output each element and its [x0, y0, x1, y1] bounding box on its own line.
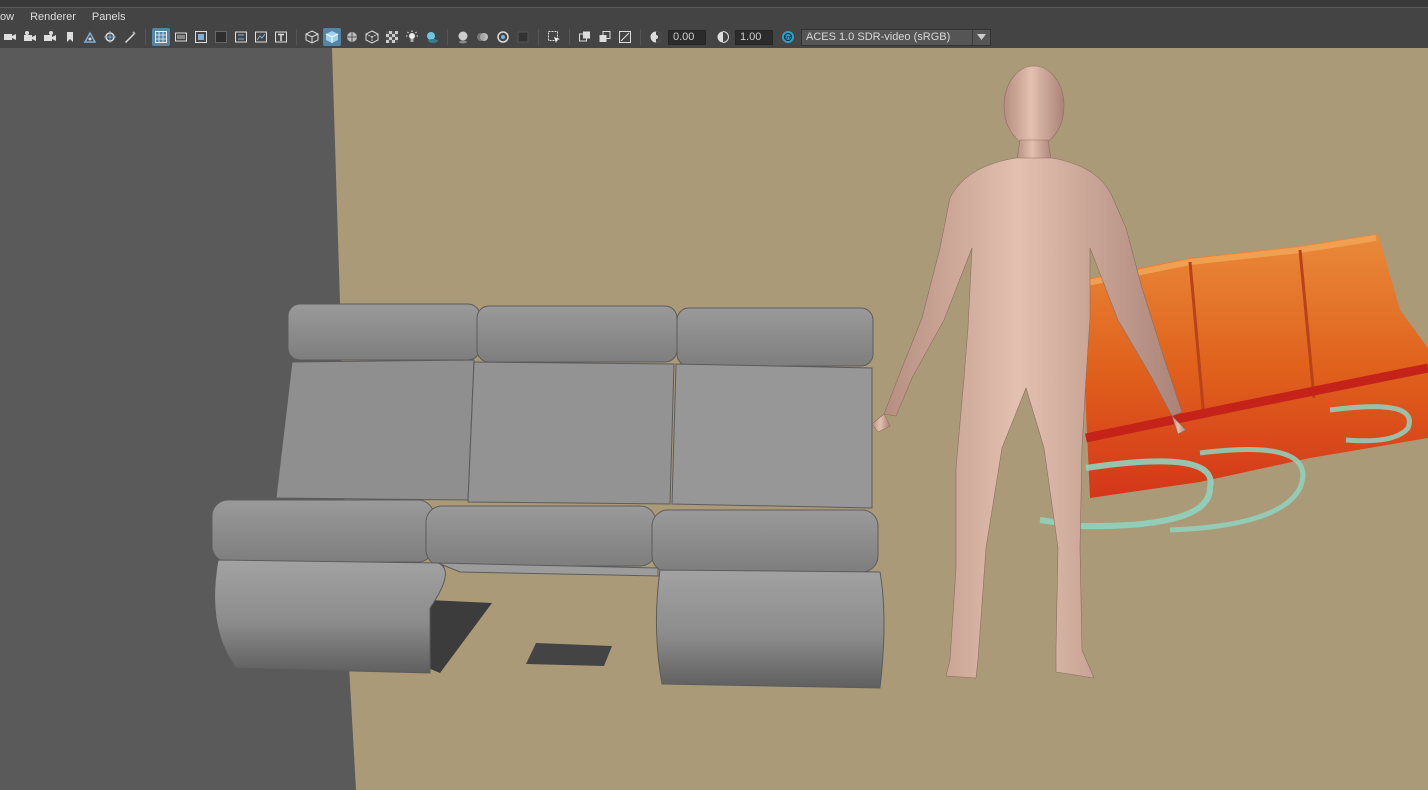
anti-alias-icon[interactable] — [494, 28, 512, 46]
toolbar-separator — [538, 29, 539, 45]
safe-action-icon[interactable] — [252, 28, 270, 46]
xray-icon[interactable] — [363, 28, 381, 46]
smooth-shade-icon[interactable] — [323, 28, 341, 46]
xray-active-icon[interactable] — [576, 28, 594, 46]
perspective-viewport[interactable] — [0, 48, 1428, 790]
shadows-icon[interactable] — [423, 28, 441, 46]
camera-tools-icon[interactable] — [41, 28, 59, 46]
svg-text:cm: cm — [784, 35, 792, 41]
textured-sofa — [1039, 234, 1428, 533]
toolbar-separator — [640, 29, 641, 45]
color-management-icon[interactable]: cm — [779, 28, 797, 46]
image-plane-icon[interactable] — [81, 28, 99, 46]
toolbar-separator — [569, 29, 570, 45]
grid-icon[interactable] — [152, 28, 170, 46]
wireframe-icon[interactable] — [303, 28, 321, 46]
colorspace-value: ACES 1.0 SDR-video (sRGB) — [806, 31, 951, 43]
gray-sofa — [211, 303, 885, 689]
use-all-lights-icon[interactable] — [403, 28, 421, 46]
toolbar-separator — [296, 29, 297, 45]
depth-of-field-icon[interactable] — [514, 28, 532, 46]
chevron-down-icon[interactable] — [972, 29, 990, 45]
isolate-select-icon[interactable] — [545, 28, 563, 46]
maya-viewport-window: ow Renderer Panels 0.00 1.00 cm ACES 1.0… — [0, 0, 1428, 790]
resolution-gate-icon[interactable] — [192, 28, 210, 46]
viewport-scene — [0, 48, 1428, 790]
default-material-icon[interactable] — [383, 28, 401, 46]
gate-mask-icon[interactable] — [212, 28, 230, 46]
pan-zoom-icon[interactable] — [101, 28, 119, 46]
exposure-input[interactable]: 0.00 — [668, 29, 706, 45]
colorspace-dropdown[interactable]: ACES 1.0 SDR-video (sRGB) — [801, 28, 991, 46]
menu-panels[interactable]: Panels — [84, 8, 134, 26]
gamma-input[interactable]: 1.00 — [735, 29, 773, 45]
safe-title-icon[interactable] — [272, 28, 290, 46]
screen-space-ao-icon[interactable] — [454, 28, 472, 46]
toolbar-separator — [447, 29, 448, 45]
exposure-icon[interactable] — [647, 28, 665, 46]
gamma-icon[interactable] — [714, 28, 732, 46]
panel-menu-bar: ow Renderer Panels — [0, 8, 1428, 26]
window-title-strip — [0, 0, 1428, 8]
menu-renderer[interactable]: Renderer — [22, 8, 84, 26]
field-chart-icon[interactable] — [232, 28, 250, 46]
sofa-shadow — [526, 643, 612, 666]
toolbar-separator — [145, 29, 146, 45]
wireframe-on-shaded-icon[interactable] — [343, 28, 361, 46]
motion-blur-icon[interactable] — [474, 28, 492, 46]
camera-select-icon[interactable] — [21, 28, 39, 46]
grease-pencil-icon[interactable] — [121, 28, 139, 46]
bookmark-icon[interactable] — [61, 28, 79, 46]
menu-show[interactable]: ow — [0, 8, 22, 26]
backface-culling-icon[interactable] — [616, 28, 634, 46]
camera-icon[interactable] — [1, 28, 19, 46]
xray-joints-icon[interactable] — [596, 28, 614, 46]
panel-toolbar: 0.00 1.00 cm ACES 1.0 SDR-video (sRGB) — [0, 26, 1428, 48]
film-gate-icon[interactable] — [172, 28, 190, 46]
sofa-shadow — [428, 600, 492, 673]
